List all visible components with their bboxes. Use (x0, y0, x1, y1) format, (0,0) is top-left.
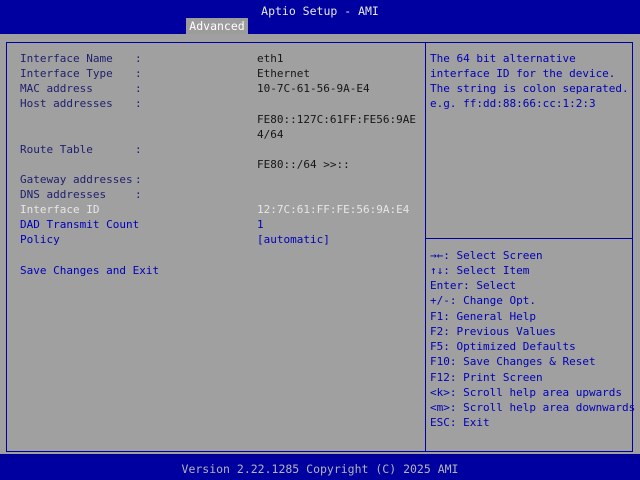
setting-value-mac-address: 10-7C-61-56-9A-E4 (257, 82, 370, 95)
setting-value-host-addresses-line2: 4/64 (257, 128, 284, 141)
key-help-f2: F2: Previous Values (430, 325, 556, 338)
help-line: The 64 bit alternative (430, 52, 576, 65)
colon: : (135, 143, 142, 156)
colon: : (135, 97, 142, 110)
setting-label-interface-type: Interface Type (20, 67, 113, 80)
help-divider-horizontal (426, 238, 633, 239)
tab-advanced[interactable]: Advanced (186, 18, 248, 34)
setting-value-route-table: FE80::/64 >>:: (257, 158, 350, 171)
setting-label-policy[interactable]: Policy (20, 232, 60, 247)
setting-label-interface-id[interactable]: Interface ID (20, 202, 99, 217)
key-help-select-screen: →←: Select Screen (430, 249, 543, 262)
setting-value-interface-name: eth1 (257, 52, 284, 65)
key-help-scroll-up: <k>: Scroll help area upwards (430, 386, 623, 399)
setting-label-gateway-addresses: Gateway addresses (20, 173, 133, 186)
help-line: interface ID for the device. (430, 67, 616, 80)
key-help-f5: F5: Optimized Defaults (430, 340, 576, 353)
setting-value-policy[interactable]: [automatic] (257, 232, 330, 247)
setting-label-mac-address: MAC address (20, 82, 93, 95)
footer-bar: Version 2.22.1285 Copyright (C) 2025 AMI (0, 458, 640, 480)
help-line: The string is colon separated. (430, 82, 629, 95)
key-help-change-opt: +/-: Change Opt. (430, 294, 536, 307)
main-panel: Interface Name : eth1 Interface Type : E… (0, 34, 640, 454)
app-title: Aptio Setup - AMI (261, 4, 379, 18)
help-divider-vertical (425, 42, 426, 452)
colon: : (135, 173, 142, 186)
setting-label-route-table: Route Table (20, 143, 93, 156)
setting-value-interface-id[interactable]: 12:7C:61:FF:FE:56:9A:E4 (257, 202, 409, 217)
key-help-esc: ESC: Exit (430, 416, 490, 429)
help-line: e.g. ff:dd:88:66:cc:1:2:3 (430, 97, 596, 110)
colon: : (135, 82, 142, 95)
key-help-select-item: ↑↓: Select Item (430, 264, 530, 277)
setting-value-interface-type: Ethernet (257, 67, 310, 80)
key-help-f10: F10: Save Changes & Reset (430, 355, 596, 368)
key-help-f12: F12: Print Screen (430, 371, 543, 384)
setting-value-dad-transmit-count[interactable]: 1 (257, 217, 264, 232)
setting-label-dad-transmit-count[interactable]: DAD Transmit Count (20, 217, 139, 232)
key-help-f1: F1: General Help (430, 310, 536, 323)
title-bar: Aptio Setup - AMI Advanced (0, 0, 640, 34)
colon: : (135, 67, 142, 80)
setting-label-host-addresses: Host addresses (20, 97, 113, 110)
setting-value-host-addresses-line1: FE80::127C:61FF:FE56:9AE (257, 113, 416, 126)
save-changes-and-exit-action[interactable]: Save Changes and Exit (20, 263, 159, 278)
version-text: Version 2.22.1285 Copyright (C) 2025 AMI (181, 462, 459, 476)
colon: : (135, 188, 142, 201)
setting-label-dns-addresses: DNS addresses (20, 188, 107, 201)
colon: : (135, 52, 142, 65)
key-help-enter: Enter: Select (430, 279, 517, 292)
setting-label-interface-name: Interface Name (20, 52, 113, 65)
key-help-scroll-down: <m>: Scroll help area downwards (430, 401, 636, 414)
